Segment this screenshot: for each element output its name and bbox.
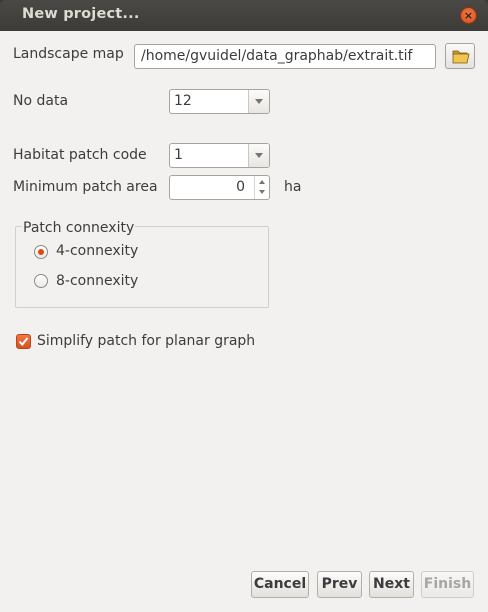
close-button[interactable]: × [460,7,477,24]
spin-up-icon[interactable] [255,176,269,187]
no-data-label: No data [13,93,69,109]
no-data-combo[interactable]: 12 [169,89,270,114]
radio-8-connexity[interactable] [34,274,48,288]
folder-open-icon [452,50,470,64]
patch-connexity-group [15,226,269,308]
radio-4-connexity[interactable] [34,245,48,259]
minimum-patch-area-spinner[interactable]: 0 [169,175,270,200]
simplify-checkbox[interactable] [16,334,31,349]
checkmark-icon [18,337,29,347]
spin-buttons [254,176,269,199]
cancel-button[interactable]: Cancel [251,571,309,598]
dialog-body: Landscape map /home/gvuidel/data_graphab… [0,31,488,612]
habitat-patch-code-combo[interactable]: 1 [169,143,270,168]
patch-connexity-title: Patch connexity [22,220,136,236]
landscape-map-label: Landscape map [13,46,124,62]
area-unit-label: ha [284,179,302,195]
radio-4-connexity-label[interactable]: 4-connexity [56,243,138,259]
habitat-patch-code-label: Habitat patch code [13,147,147,163]
window-title: New project... [22,6,140,22]
close-icon: × [463,9,474,22]
prev-button[interactable]: Prev [317,571,362,598]
finish-button[interactable]: Finish [421,571,474,598]
minimum-patch-area-value: 0 [236,179,245,195]
habitat-patch-code-value: 1 [174,147,183,163]
landscape-map-path: /home/gvuidel/data_graphab/extrait.tif [141,48,413,64]
title-bar[interactable]: New project... × [0,0,488,31]
next-button[interactable]: Next [369,571,414,598]
browse-button[interactable] [445,43,475,69]
landscape-map-field[interactable]: /home/gvuidel/data_graphab/extrait.tif [134,44,436,69]
minimum-patch-area-label: Minimum patch area [13,179,158,195]
chevron-down-icon[interactable] [248,144,269,167]
simplify-checkbox-label[interactable]: Simplify patch for planar graph [37,333,255,349]
chevron-down-icon[interactable] [248,90,269,113]
radio-8-connexity-label[interactable]: 8-connexity [56,273,138,289]
spin-down-icon[interactable] [255,188,269,199]
no-data-value: 12 [174,93,192,109]
